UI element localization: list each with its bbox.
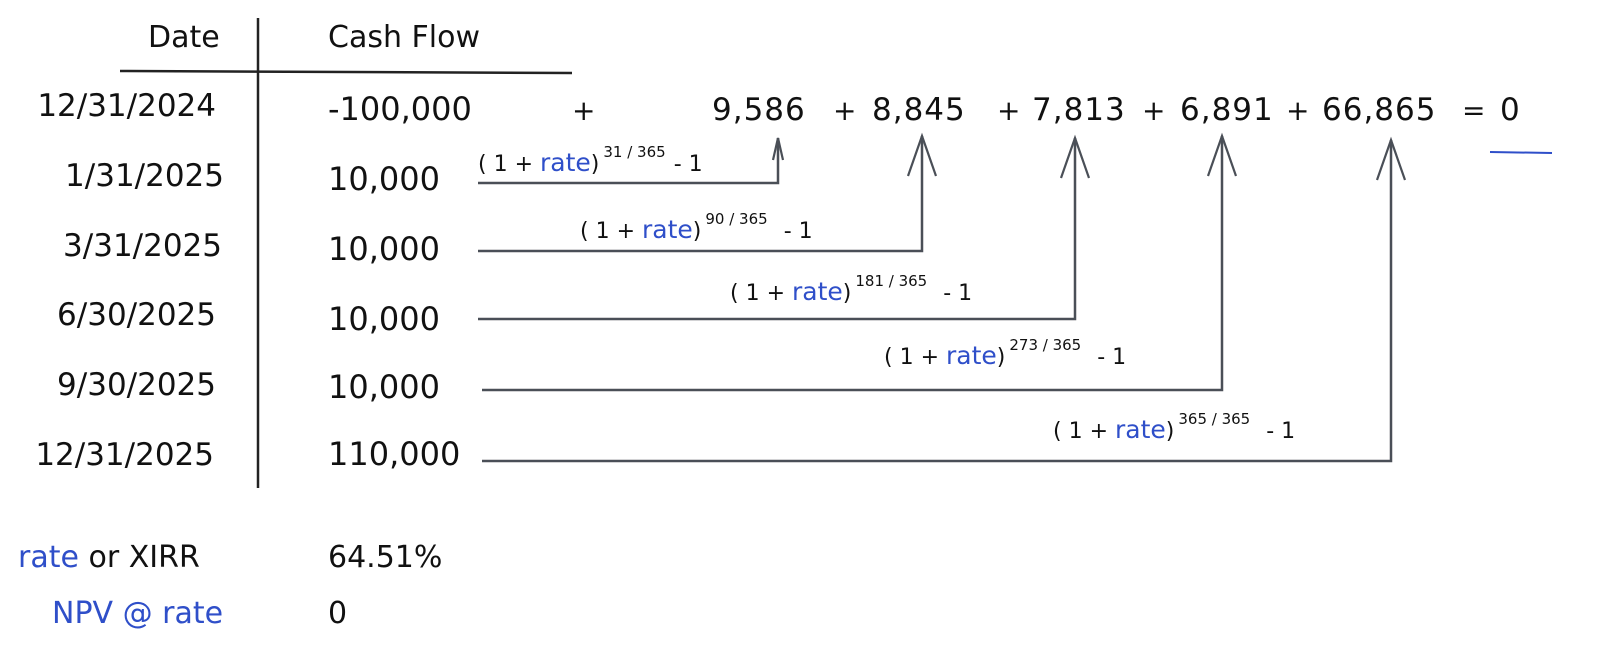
npv-label: NPV @ rate xyxy=(52,596,224,631)
date-cell: 9/30/2025 xyxy=(57,367,216,403)
formula-open: ( 1 + xyxy=(478,152,533,177)
formula-open: ( 1 + xyxy=(1053,419,1108,444)
formula-minus-one: - 1 xyxy=(943,281,973,306)
formula-rate: rate xyxy=(1115,415,1166,444)
formula-exponent: 31 / 365 xyxy=(603,143,666,161)
rate-label-blue: rate xyxy=(18,540,79,575)
pv-term: 8,845 xyxy=(872,92,966,128)
discount-formula: ( 1 + rate) 365 / 365 - 1 xyxy=(1053,410,1295,444)
formula-minus-one: - 1 xyxy=(1097,345,1127,370)
formula-exponent: 90 / 365 xyxy=(705,210,768,228)
cash-flow-cell: 10,000 xyxy=(328,300,440,338)
rate-label: rate or XIRR xyxy=(18,540,200,575)
formula-exponent: 181 / 365 xyxy=(855,272,928,290)
formula-close: ) xyxy=(996,345,1006,370)
discount-formula: ( 1 + rate) 90 / 365 - 1 xyxy=(580,210,813,244)
equation-result: 0 xyxy=(1500,92,1521,128)
rate-label-rest: or XIRR xyxy=(88,540,200,575)
formula-exponent: 273 / 365 xyxy=(1009,336,1082,354)
rate-value: 64.51% xyxy=(328,540,443,575)
formula-open: ( 1 + xyxy=(730,281,785,306)
formula-rate: rate xyxy=(792,277,843,306)
cash-flow-cell: 10,000 xyxy=(328,230,440,268)
formula-minus-one: - 1 xyxy=(1266,419,1296,444)
formula-rate: rate xyxy=(540,148,591,177)
date-header: Date xyxy=(148,20,220,55)
pv-term: 6,891 xyxy=(1180,92,1274,128)
formula-close: ) xyxy=(842,281,852,306)
discount-formula: ( 1 + rate) 273 / 365 - 1 xyxy=(884,336,1126,370)
pv-term: 9,586 xyxy=(712,92,806,128)
cash-flow-cell: -100,000 xyxy=(328,90,472,128)
date-cell: 12/31/2024 xyxy=(37,88,216,124)
formula-close: ) xyxy=(590,152,600,177)
plus-sign: + xyxy=(997,94,1021,127)
plus-sign: + xyxy=(1142,94,1166,127)
date-cell: 1/31/2025 xyxy=(65,158,224,194)
formula-rate: rate xyxy=(946,341,997,370)
formula-exponent: 365 / 365 xyxy=(1178,410,1251,428)
discount-formula: ( 1 + rate) 181 / 365 - 1 xyxy=(730,272,972,306)
cash-flow-cell: 110,000 xyxy=(328,435,461,473)
discount-formula: ( 1 + rate) 31 / 365 - 1 xyxy=(478,143,703,177)
formula-close: ) xyxy=(692,219,702,244)
formula-close: ) xyxy=(1165,419,1175,444)
pv-term: 7,813 xyxy=(1032,92,1126,128)
cash-flow-cell: 10,000 xyxy=(328,368,440,406)
cash-flow-header: Cash Flow xyxy=(328,20,480,55)
formula-minus-one: - 1 xyxy=(783,219,813,244)
formula-open: ( 1 + xyxy=(884,345,939,370)
plus-sign: + xyxy=(1286,94,1310,127)
formula-minus-one: - 1 xyxy=(673,152,703,177)
lead-plus: + xyxy=(572,94,596,127)
formula-open: ( 1 + xyxy=(580,219,635,244)
equals-sign: = xyxy=(1462,94,1486,127)
date-cell: 6/30/2025 xyxy=(57,297,216,333)
cash-flow-cell: 10,000 xyxy=(328,160,440,198)
result-underline xyxy=(1489,151,1553,154)
date-cell: 3/31/2025 xyxy=(63,228,222,264)
header-rule xyxy=(119,69,573,75)
plus-sign: + xyxy=(833,94,857,127)
npv-value: 0 xyxy=(328,596,348,631)
date-cell: 12/31/2025 xyxy=(35,437,214,473)
pv-term: 66,865 xyxy=(1322,92,1437,128)
formula-rate: rate xyxy=(642,215,693,244)
